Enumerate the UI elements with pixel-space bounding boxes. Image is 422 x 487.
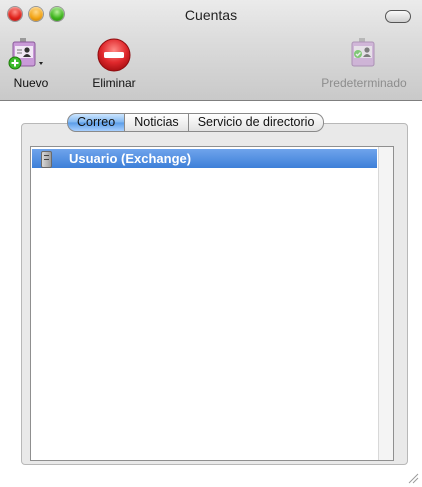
vertical-scrollbar[interactable] <box>378 147 393 460</box>
accounts-window: Cuentas Nuevo Eliminar Predeterminado Co… <box>0 0 422 487</box>
delete-button-label: Eliminar <box>92 76 136 90</box>
delete-account-button[interactable]: Eliminar <box>86 36 142 90</box>
new-account-button[interactable]: Nuevo <box>2 36 60 90</box>
list-item[interactable]: Usuario (Exchange) <box>32 149 377 168</box>
tab-mail[interactable]: Correo <box>67 113 126 132</box>
tab-news[interactable]: Noticias <box>125 113 189 132</box>
resize-grip-icon[interactable] <box>408 473 419 484</box>
toolbar-toggle-button[interactable] <box>385 10 411 23</box>
content-area: Correo Noticias Servicio de directorio U… <box>0 101 422 487</box>
server-icon <box>41 151 52 168</box>
default-button-label: Predeterminado <box>321 76 407 90</box>
default-account-icon <box>351 38 375 67</box>
new-button-label: Nuevo <box>13 76 49 90</box>
account-name: Usuario (Exchange) <box>69 151 192 166</box>
title-bar: Cuentas Nuevo Eliminar Predeterminado <box>0 0 422 101</box>
tab-directory-service[interactable]: Servicio de directorio <box>188 113 325 132</box>
window-title: Cuentas <box>184 7 238 23</box>
new-account-icon <box>8 38 43 70</box>
accounts-list: Usuario (Exchange) <box>30 146 394 461</box>
delete-icon <box>97 38 131 72</box>
make-default-button[interactable]: Predeterminado <box>308 36 420 90</box>
account-type-tabs: Correo Noticias Servicio de directorio <box>67 113 325 132</box>
